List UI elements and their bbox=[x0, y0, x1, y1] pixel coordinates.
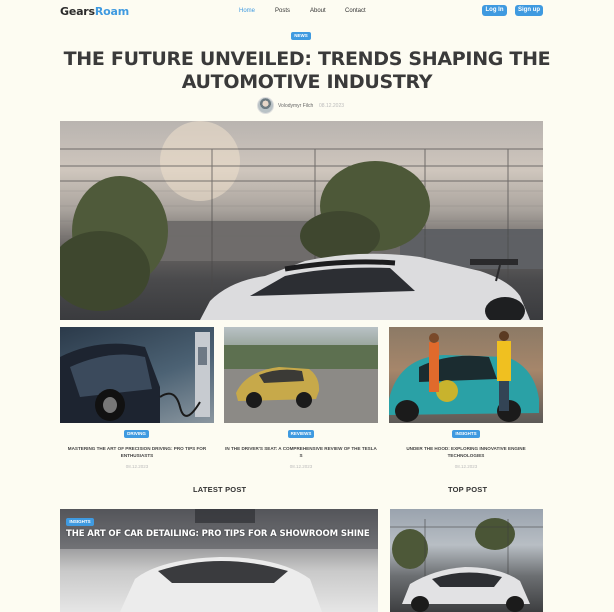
card-date-reviews: 08.12.2023 bbox=[289, 464, 313, 469]
login-button[interactable]: Log In bbox=[482, 5, 507, 16]
card-title-insights[interactable]: UNDER THE HOOD: EXPLORING INNOVATIVE ENG… bbox=[389, 446, 543, 459]
top-post-car-art bbox=[390, 518, 543, 612]
author-name[interactable]: Volodymyr Filch bbox=[278, 103, 313, 109]
nav-link-about[interactable]: About bbox=[310, 8, 326, 14]
latest-post-image[interactable]: INSIGHTS THE ART OF CAR DETAILING: PRO T… bbox=[60, 509, 378, 612]
site-logo[interactable]: GearsRoam bbox=[60, 5, 129, 18]
article-title: THE FUTURE UNVEILED: TRENDS SHAPING THE … bbox=[63, 48, 551, 93]
card-image-insights[interactable] bbox=[389, 327, 543, 423]
latest-post-title[interactable]: THE ART OF CAR DETAILING: PRO TIPS FOR A… bbox=[66, 529, 370, 539]
nav-link-contact[interactable]: Contact bbox=[345, 8, 366, 14]
latest-post-car-art bbox=[60, 509, 378, 612]
card-date-insights: 08.12.2023 bbox=[454, 464, 478, 469]
card-date-driving: 08.12.2023 bbox=[125, 464, 149, 469]
card-image-driving[interactable] bbox=[60, 327, 214, 423]
latest-post-heading: LATEST POST bbox=[193, 485, 247, 494]
card-category-driving[interactable]: DRIVING bbox=[124, 430, 149, 438]
logo-text-accent: Roam bbox=[94, 5, 130, 18]
nav-link-posts[interactable]: Posts bbox=[275, 8, 290, 14]
card-title-driving[interactable]: MASTERING THE ART OF PRECISION DRIVING: … bbox=[60, 446, 214, 459]
article-date: 08.12.2023 bbox=[319, 103, 345, 109]
top-post-image[interactable] bbox=[390, 509, 543, 612]
card-category-insights[interactable]: INSIGHTS bbox=[452, 430, 480, 438]
article-category-badge[interactable]: NEWS bbox=[291, 32, 311, 40]
card-title-reviews[interactable]: IN THE DRIVER'S SEAT: A COMPREHENSIVE RE… bbox=[224, 446, 378, 459]
latest-post-category[interactable]: INSIGHTS bbox=[66, 518, 94, 526]
card-image-driving-art bbox=[60, 332, 210, 423]
hero-car-scene bbox=[60, 121, 543, 320]
top-navigation: GearsRoam Home Posts About Contact Log I… bbox=[0, 0, 614, 24]
card-category-reviews[interactable]: REVIEWS bbox=[288, 430, 314, 438]
card-image-reviews-art bbox=[224, 345, 378, 423]
top-post-heading: TOP POST bbox=[448, 485, 488, 494]
card-image-reviews[interactable] bbox=[224, 327, 378, 423]
signup-button[interactable]: Sign up bbox=[515, 5, 543, 16]
card-image-insights-art bbox=[389, 331, 539, 422]
hero-image bbox=[60, 121, 543, 320]
nav-link-home[interactable]: Home bbox=[239, 8, 255, 14]
author-avatar bbox=[257, 97, 274, 114]
logo-text-primary: Gears bbox=[60, 5, 95, 18]
